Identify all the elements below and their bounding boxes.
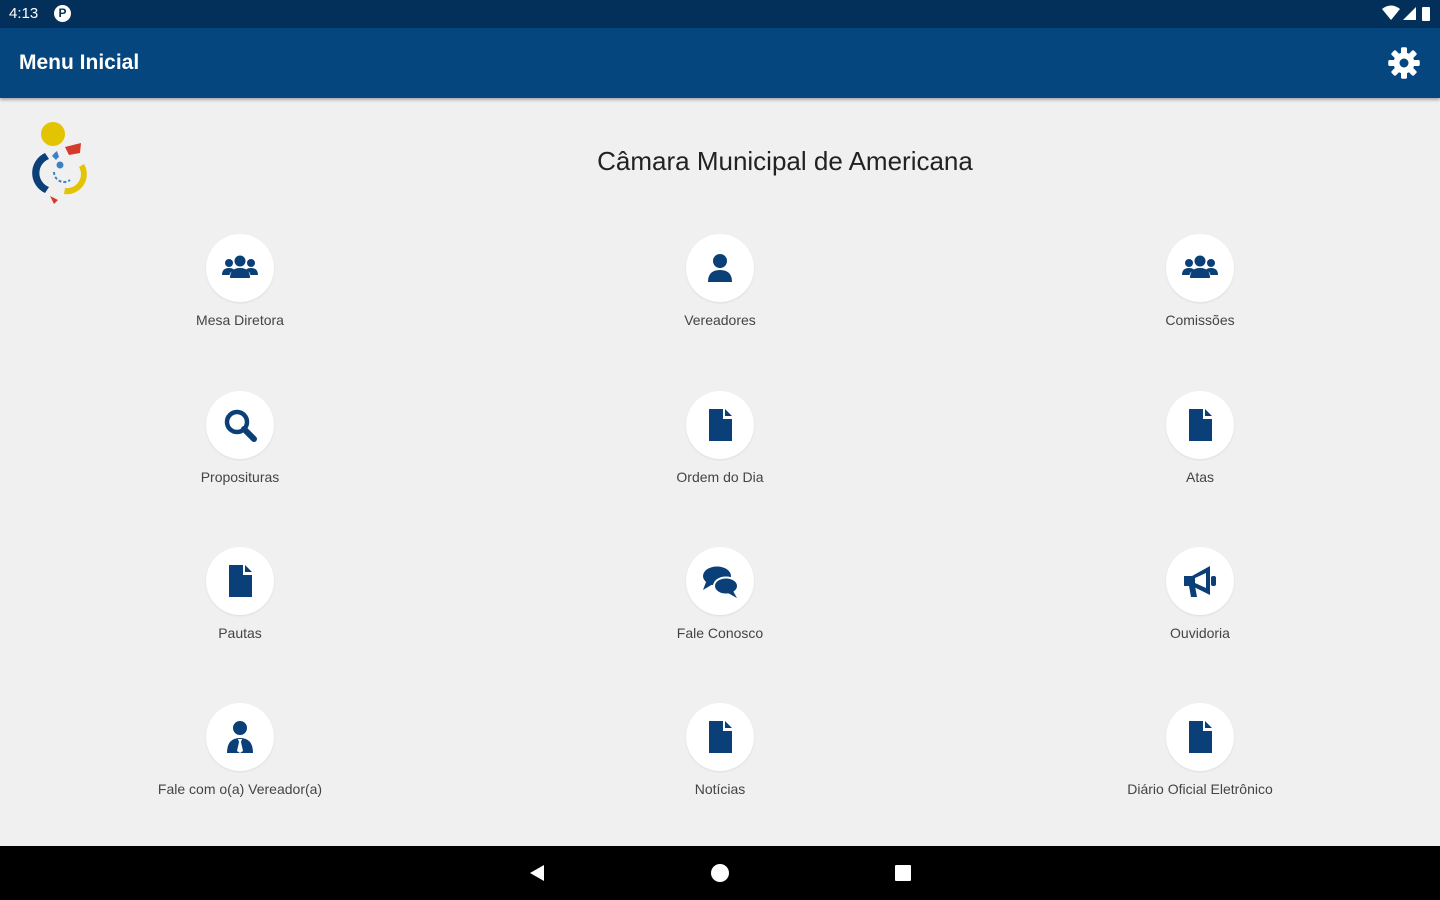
users-icon <box>222 255 258 278</box>
menu-item-mesa-diretora[interactable]: Mesa Diretora <box>90 234 390 328</box>
menu-item-label: Comissões <box>1165 312 1235 328</box>
menu-item-noticias[interactable]: Notícias <box>570 703 870 797</box>
recents-icon <box>895 865 911 881</box>
menu-item-label: Vereadores <box>684 312 756 328</box>
menu-item-ouvidoria[interactable]: Ouvidoria <box>1050 547 1350 641</box>
menu-item-ordem-do-dia[interactable]: Ordem do Dia <box>570 391 870 485</box>
file-icon <box>1189 409 1212 441</box>
navigation-bar <box>0 846 1440 900</box>
file-icon <box>709 721 732 753</box>
menu-item-fale-com-vereador[interactable]: Fale com o(a) Vereador(a) <box>90 703 390 797</box>
menu-item-label: Proposituras <box>200 469 280 485</box>
menu-item-label: Mesa Diretora <box>196 312 284 328</box>
menu-item-label: Fale com o(a) Vereador(a) <box>157 781 323 797</box>
menu-item-label: Pautas <box>218 625 262 641</box>
file-icon <box>1189 721 1212 753</box>
menu-item-label: Atas <box>1185 469 1214 485</box>
menu-item-vereadores[interactable]: Vereadores <box>570 234 870 328</box>
home-icon <box>711 864 729 882</box>
home-button[interactable] <box>707 860 733 886</box>
comments-icon <box>703 566 739 598</box>
search-icon <box>224 409 257 442</box>
menu-grid: Mesa Diretora Vereadores Comissões Propo… <box>0 0 1440 846</box>
menu-item-comissoes[interactable]: Comissões <box>1050 234 1350 328</box>
menu-item-diario-oficial[interactable]: Diário Oficial Eletrônico <box>1050 703 1350 797</box>
back-icon <box>530 865 544 881</box>
menu-item-label: Fale Conosco <box>676 625 764 641</box>
menu-item-atas[interactable]: Atas <box>1050 391 1350 485</box>
user-tie-icon <box>227 721 253 753</box>
menu-item-pautas[interactable]: Pautas <box>90 547 390 641</box>
menu-item-label: Diário Oficial Eletrônico <box>1127 781 1273 797</box>
menu-item-fale-conosco[interactable]: Fale Conosco <box>570 547 870 641</box>
recents-button[interactable] <box>890 860 916 886</box>
users-icon <box>1182 255 1218 278</box>
menu-item-label: Notícias <box>694 781 746 797</box>
back-button[interactable] <box>524 860 550 886</box>
menu-item-proposituras[interactable]: Proposituras <box>90 391 390 485</box>
megaphone-icon <box>1184 566 1216 597</box>
menu-item-label: Ordem do Dia <box>676 469 764 485</box>
file-icon <box>229 565 252 597</box>
user-icon <box>708 254 732 282</box>
file-icon <box>709 409 732 441</box>
menu-item-label: Ouvidoria <box>1170 625 1230 641</box>
